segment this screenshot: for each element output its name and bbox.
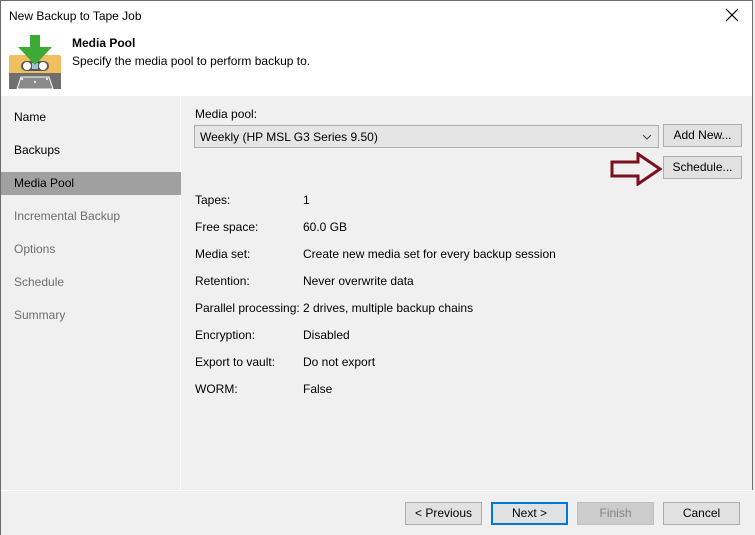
export-to-vault-value: Do not export xyxy=(303,355,376,369)
page-title: Media Pool xyxy=(72,36,136,50)
media-pool-dropdown[interactable]: Weekly (HP MSL G3 Series 9.50) xyxy=(194,125,659,148)
worm-label: WORM: xyxy=(195,382,238,396)
window-title: New Backup to Tape Job xyxy=(9,9,142,23)
add-new-button[interactable]: Add New... xyxy=(663,124,742,147)
parallel-processing-value: 2 drives, multiple backup chains xyxy=(303,301,474,315)
cancel-button[interactable]: Cancel xyxy=(663,502,740,525)
sidebar-item-backups[interactable]: Backups xyxy=(1,139,181,162)
export-to-vault-label: Export to vault: xyxy=(195,355,276,369)
schedule-button[interactable]: Schedule... xyxy=(663,156,742,179)
retention-label: Retention: xyxy=(195,274,250,288)
wizard-header: Media Pool Specify the media pool to per… xyxy=(1,31,752,96)
sidebar-item-options: Options xyxy=(14,242,56,256)
wizard-window: New Backup to Tape Job Media Pool Specif… xyxy=(0,0,754,535)
sidebar-item-summary: Summary xyxy=(14,308,66,322)
title-bar: New Backup to Tape Job xyxy=(1,1,752,31)
annotation-arrow-icon xyxy=(610,152,662,186)
worm-value: False xyxy=(303,382,333,396)
wizard-footer: < Previous Next > Finish Cancel xyxy=(1,490,754,535)
sidebar-item-incremental-backup: Incremental Backup xyxy=(14,209,121,223)
encryption-value: Disabled xyxy=(303,328,350,342)
media-set-value: Create new media set for every backup se… xyxy=(303,247,556,261)
wizard-steps-sidebar: Name Backups Media Pool Incremental Back… xyxy=(1,96,181,490)
tapes-value: 1 xyxy=(303,193,310,207)
finish-button: Finish xyxy=(577,502,654,525)
page-subtitle: Specify the media pool to perform backup… xyxy=(72,54,311,68)
close-icon[interactable] xyxy=(724,7,740,23)
encryption-label: Encryption: xyxy=(195,328,256,342)
media-pool-selected-value: Weekly (HP MSL G3 Series 9.50) xyxy=(200,130,378,144)
sidebar-item-media-pool[interactable]: Media Pool xyxy=(1,172,181,195)
chevron-down-icon[interactable] xyxy=(642,132,652,142)
free-space-label: Free space: xyxy=(195,220,259,234)
media-pool-panel: Media pool: Weekly (HP MSL G3 Series 9.5… xyxy=(182,96,754,490)
sidebar-item-name[interactable]: Name xyxy=(1,106,181,129)
next-button[interactable]: Next > xyxy=(491,502,568,525)
sidebar-item-schedule: Schedule xyxy=(14,275,65,289)
media-set-label: Media set: xyxy=(195,247,251,261)
retention-value: Never overwrite data xyxy=(303,274,414,288)
parallel-processing-label: Parallel processing: xyxy=(195,301,300,315)
tapes-label: Tapes: xyxy=(195,193,231,207)
tape-cassette-download-icon xyxy=(9,35,61,89)
previous-button[interactable]: < Previous xyxy=(405,502,482,525)
media-pool-label: Media pool: xyxy=(195,107,258,121)
free-space-value: 60.0 GB xyxy=(303,220,348,234)
